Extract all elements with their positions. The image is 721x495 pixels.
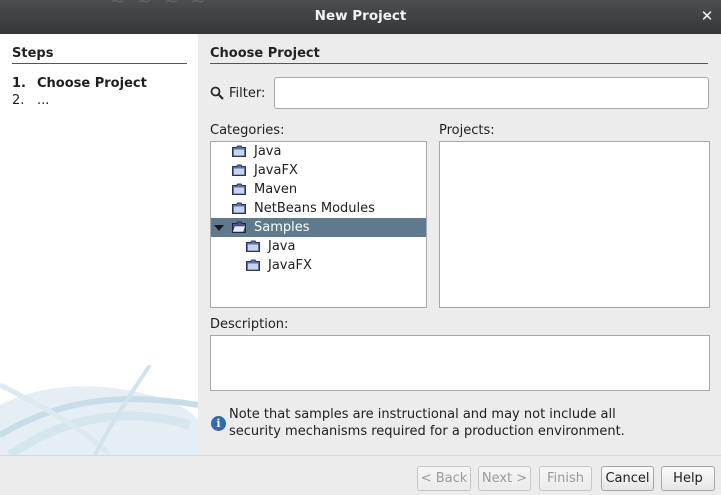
main-panel: Choose Project Filter: Categories: Proje… <box>198 34 721 455</box>
expand-arrow-icon[interactable] <box>214 225 224 231</box>
folder-icon <box>246 259 260 271</box>
tree-item-samples-java[interactable]: Java <box>211 237 426 256</box>
decorative-swoosh <box>0 365 198 455</box>
tree-item-samples-javafx[interactable]: JavaFX <box>211 256 426 275</box>
step-number: 1. <box>12 76 26 91</box>
tree-item-javafx[interactable]: JavaFX <box>211 161 426 180</box>
tree-item-java[interactable]: Java <box>211 142 426 161</box>
button-bar: < Back Next > Finish Cancel Help <box>0 455 721 495</box>
projects-list[interactable] <box>439 141 710 308</box>
window-title: New Project <box>314 8 407 24</box>
folder-icon <box>232 145 246 157</box>
tree-item-netbeans-modules[interactable]: NetBeans Modules <box>211 199 426 218</box>
open-folder-icon <box>232 221 246 233</box>
finish-button[interactable]: Finish <box>539 466 592 491</box>
steps-panel: Steps 1. Choose Project 2.... <box>0 34 198 455</box>
filter-input[interactable] <box>274 77 709 109</box>
steps-list: 1. Choose Project 2.... <box>12 75 147 109</box>
steps-heading: Steps <box>12 46 54 61</box>
close-icon[interactable]: ✕ <box>699 7 715 25</box>
next-button[interactable]: Next > <box>478 466 531 491</box>
tree-item-label: Samples <box>254 220 310 235</box>
tree-item-samples[interactable]: Samples <box>211 218 426 237</box>
categories-label: Categories: <box>210 123 285 138</box>
help-button[interactable]: Help <box>661 466 715 491</box>
step-label: Choose Project <box>37 76 147 91</box>
cancel-button[interactable]: Cancel <box>601 466 654 491</box>
title-divider <box>210 63 708 64</box>
categories-tree[interactable]: Java JavaFX Maven NetBeans Modules Sampl… <box>210 141 427 308</box>
tree-item-maven[interactable]: Maven <box>211 180 426 199</box>
back-button[interactable]: < Back <box>417 466 471 491</box>
step-item: 1. Choose Project <box>12 75 147 92</box>
description-label: Description: <box>210 317 289 332</box>
steps-divider <box>12 63 187 64</box>
tree-item-label: Maven <box>254 182 298 197</box>
description-area <box>210 335 710 391</box>
info-icon: i <box>211 416 226 431</box>
search-icon <box>210 86 224 100</box>
folder-icon <box>246 240 260 252</box>
projects-label: Projects: <box>439 123 495 138</box>
step-item: 2.... <box>12 92 147 109</box>
filter-label: Filter: <box>229 86 266 101</box>
tree-item-label: JavaFX <box>254 163 298 178</box>
samples-note: Note that samples are instructional and … <box>229 406 649 440</box>
tree-item-label: NetBeans Modules <box>254 201 375 216</box>
step-label: ... <box>37 93 50 108</box>
folder-icon <box>232 183 246 195</box>
note-line: Note that samples are instructional and … <box>229 407 616 422</box>
title-bar: ~ ~ ~ ~ New Project ✕ <box>0 0 721 34</box>
folder-icon <box>232 202 246 214</box>
page-title: Choose Project <box>210 46 320 61</box>
folder-icon <box>232 164 246 176</box>
tree-item-label: Java <box>254 144 282 159</box>
note-line: security mechanisms required for a produ… <box>229 424 625 439</box>
tree-item-label: Java <box>268 239 296 254</box>
step-number: 2. <box>12 93 25 108</box>
tree-item-label: JavaFX <box>268 258 312 273</box>
